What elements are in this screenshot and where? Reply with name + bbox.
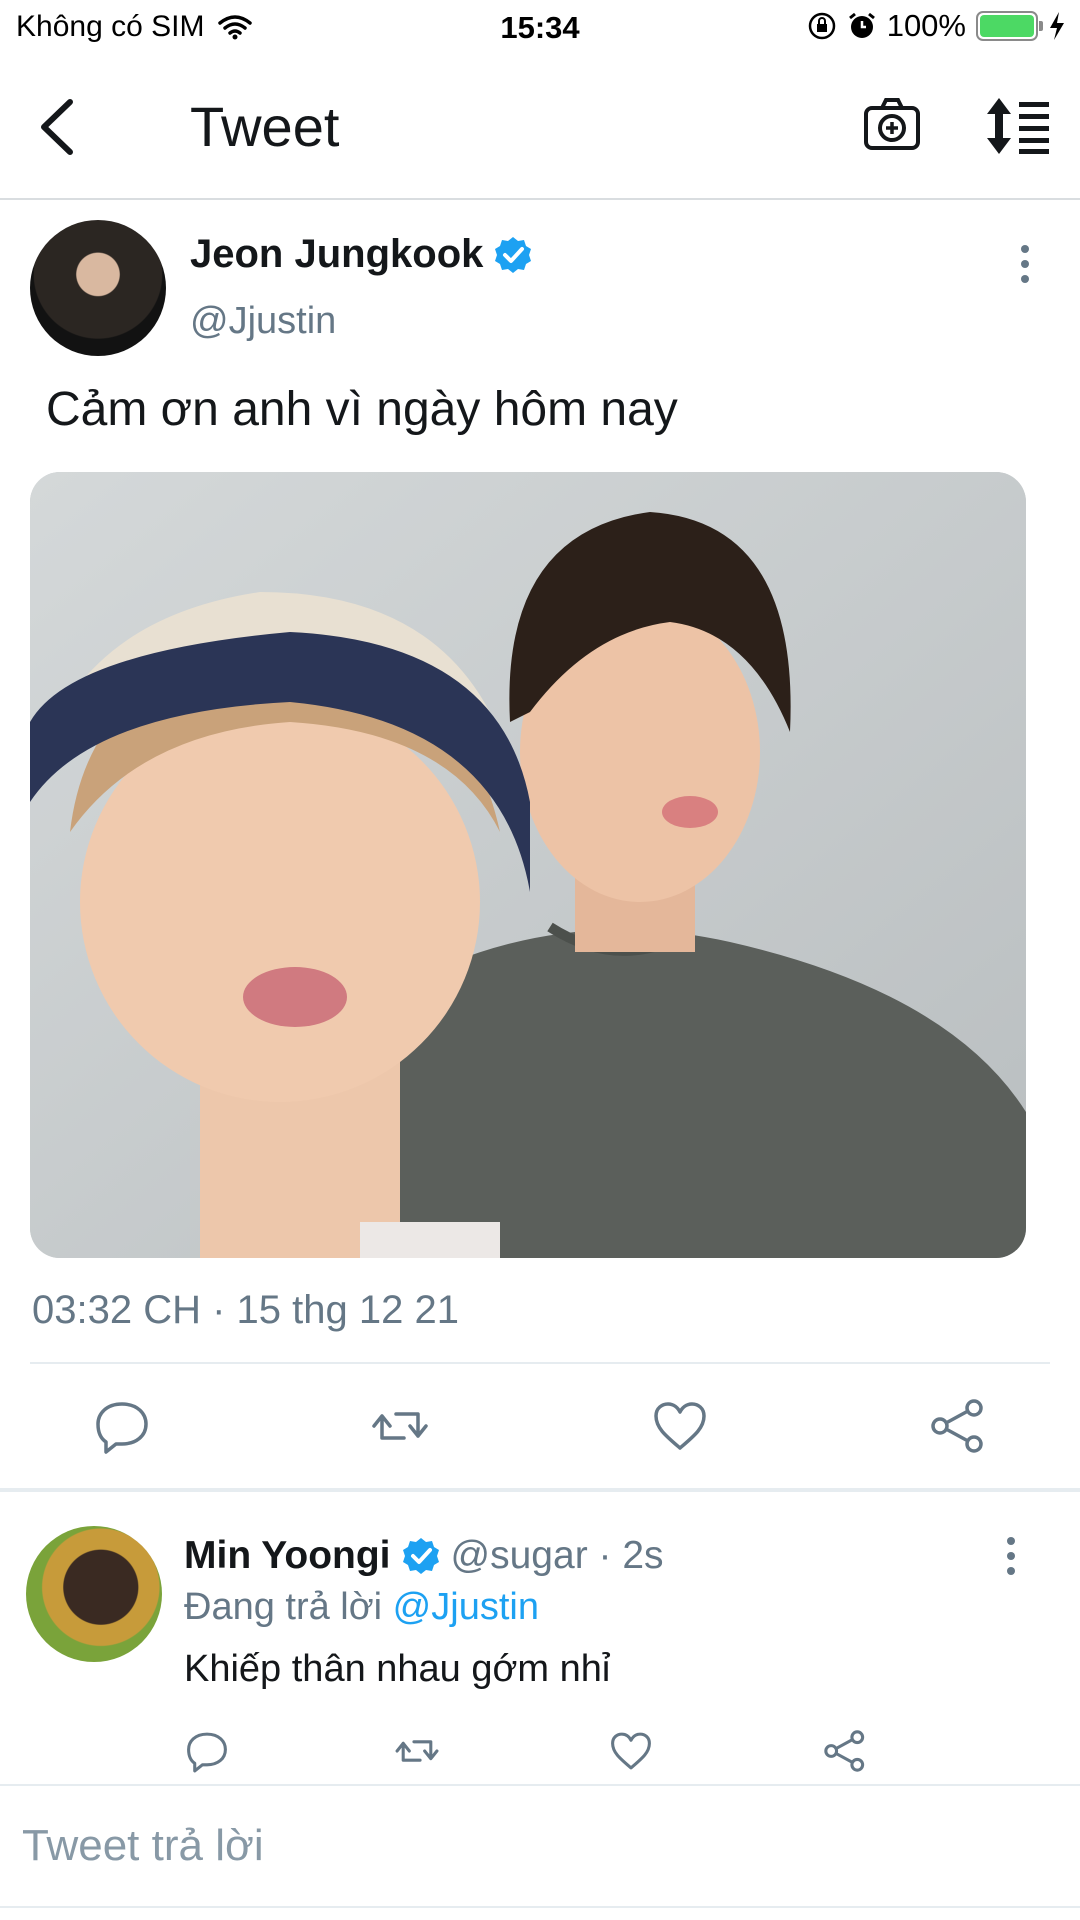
more-options-icon[interactable]	[1018, 244, 1032, 284]
author-avatar[interactable]	[30, 220, 166, 356]
tweet-text: Cảm ơn anh vì ngày hôm nay	[46, 383, 678, 436]
replying-prefix: Đang trả lời	[184, 1586, 383, 1628]
reply-icon[interactable]	[92, 1396, 152, 1456]
tweet-photo[interactable]	[30, 472, 1026, 1258]
status-bar: Không có SIM 15:34 100%	[0, 0, 1080, 54]
share-icon[interactable]	[928, 1396, 988, 1456]
reply-icon[interactable]	[184, 1728, 230, 1774]
reply-text: Khiếp thân nhau gớm nhỉ	[184, 1648, 611, 1690]
battery-icon	[976, 11, 1043, 41]
reply-author-avatar[interactable]	[26, 1526, 162, 1662]
verified-badge-icon	[495, 236, 532, 273]
tweet-timestamp: 03:32 CH · 15 thg 12 21	[32, 1288, 459, 1332]
page-title: Tweet	[190, 95, 340, 158]
retweet-icon[interactable]	[370, 1396, 430, 1456]
nav-header: Tweet	[0, 54, 1080, 200]
sort-icon[interactable]	[985, 96, 1051, 156]
rotation-lock-icon	[808, 12, 835, 40]
back-icon[interactable]	[36, 96, 80, 158]
photo-illustration	[30, 472, 1026, 1258]
divider	[30, 1362, 1050, 1364]
reply-author-handle[interactable]: @sugar · 2s	[451, 1534, 664, 1578]
camera-add-icon[interactable]	[862, 94, 922, 154]
tweet-actions	[0, 1396, 1080, 1456]
author-name-row[interactable]: Jeon Jungkook	[190, 232, 533, 277]
share-icon[interactable]	[822, 1728, 868, 1774]
replying-to-line: Đang trả lời @Jjustin	[184, 1586, 539, 1629]
charging-icon	[1050, 12, 1064, 40]
divider	[0, 1906, 1080, 1908]
alarm-icon	[848, 12, 875, 38]
author-name[interactable]: Jeon Jungkook	[190, 232, 483, 277]
author-handle[interactable]: @Jjustin	[190, 300, 336, 343]
more-options-icon[interactable]	[1004, 1536, 1018, 1576]
reply-author-row[interactable]: Min Yoongi @sugar · 2s	[184, 1534, 664, 1578]
replying-to-mention[interactable]: @Jjustin	[393, 1586, 539, 1628]
section-separator	[0, 1488, 1080, 1492]
retweet-icon[interactable]	[394, 1728, 440, 1774]
reply-author-name[interactable]: Min Yoongi	[184, 1534, 391, 1578]
reply-composer-input[interactable]	[0, 1786, 1080, 1906]
verified-badge-icon	[402, 1538, 439, 1574]
status-right: 100%	[807, 8, 1066, 44]
reply-actions	[0, 1728, 1080, 1776]
like-icon[interactable]	[608, 1728, 654, 1774]
battery-percent: 100%	[886, 8, 966, 43]
like-icon[interactable]	[650, 1396, 710, 1456]
